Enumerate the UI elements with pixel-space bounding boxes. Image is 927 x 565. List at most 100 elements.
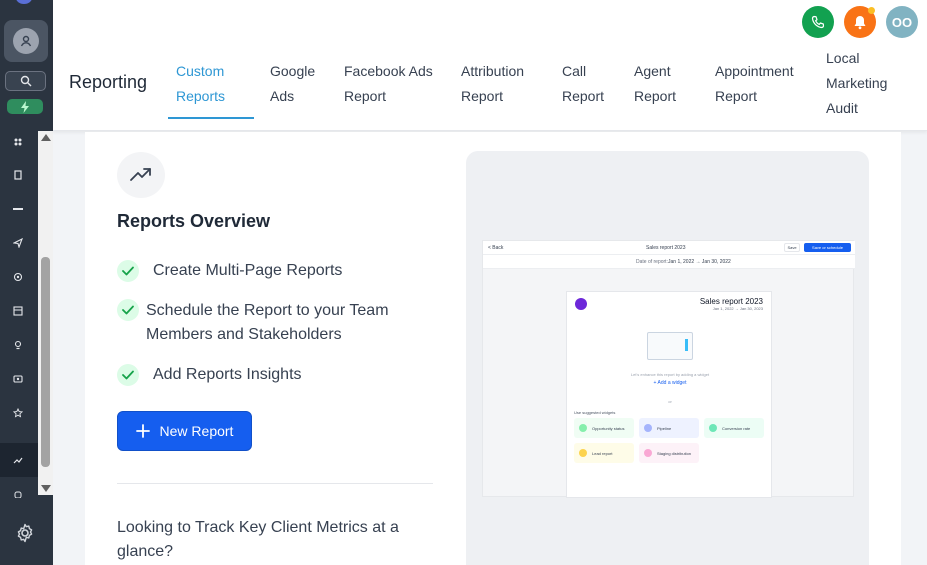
- tab-google-ads[interactable]: Google Ads: [270, 59, 315, 109]
- logo-icon: [16, 0, 32, 4]
- tab-label-line2: Report: [634, 88, 677, 104]
- mock-logo-icon: [575, 298, 587, 310]
- send-icon[interactable]: [10, 235, 26, 251]
- tab-call-report[interactable]: Call Report: [562, 59, 604, 109]
- scroll-up-arrow-icon[interactable]: [41, 134, 51, 141]
- widget-icon: [644, 424, 652, 432]
- location-icon: [13, 28, 39, 54]
- track-line2: glance?: [117, 543, 174, 560]
- widget-icon: [709, 424, 717, 432]
- tab-local-marketing-audit[interactable]: Local Marketing Audit: [826, 46, 887, 121]
- mock-widget: Lead report: [574, 443, 634, 463]
- mock-widget: Conversion rate: [704, 418, 764, 438]
- account-switcher[interactable]: [4, 20, 48, 62]
- trend-badge: [117, 152, 165, 198]
- scroll-down-arrow-icon[interactable]: [41, 485, 51, 492]
- new-report-label: New Report: [159, 423, 234, 439]
- notifications-button[interactable]: [844, 6, 876, 38]
- tab-label-line2: Marketing: [826, 75, 888, 91]
- app-sidebar: [0, 0, 53, 565]
- mock-date-range: Jan 1, 2022 → Jan 30, 2022: [668, 259, 731, 265]
- mock-date-label: Date of report:: [636, 259, 668, 265]
- user-avatar[interactable]: OO: [886, 6, 918, 38]
- widget-label: Opportunity status: [592, 425, 625, 431]
- tab-agent-report[interactable]: Agent Report: [634, 59, 676, 109]
- apps-icon[interactable]: [10, 486, 26, 502]
- memberships-icon[interactable]: [10, 337, 26, 353]
- menu-dash-icon[interactable]: [10, 201, 26, 217]
- bell-icon: [854, 16, 866, 30]
- quick-actions-button[interactable]: [7, 99, 43, 114]
- mock-toolbar: < Back Sales report 2023 Save Save or sc…: [483, 241, 855, 255]
- reporting-header: Reporting Custom Reports Google Ads Face…: [53, 0, 927, 131]
- mock-widget: Pipeline: [639, 418, 699, 438]
- mock-back-label: < Back: [488, 245, 504, 251]
- track-metrics-text: Looking to Track Key Client Metrics at a…: [117, 516, 437, 564]
- divider: [117, 483, 433, 484]
- marketing-icon[interactable]: [10, 269, 26, 285]
- check-icon: [117, 299, 139, 321]
- mock-page-title: Sales report 2023: [699, 297, 763, 306]
- mock-add-widget: + Add a widget: [653, 380, 687, 386]
- reports-overview-card: Reports Overview Create Multi-Page Repor…: [85, 132, 901, 565]
- widget-icon: [579, 424, 587, 432]
- tab-facebook-ads-report[interactable]: Facebook Ads Report: [344, 59, 433, 109]
- tab-label-line1: Facebook Ads: [344, 63, 433, 79]
- search-icon: [20, 75, 31, 87]
- mock-page-date: Jan 1, 2022 → Jan 30, 2023: [712, 306, 763, 311]
- tab-attribution-report[interactable]: Attribution Report: [461, 59, 524, 109]
- plus-icon: [135, 424, 150, 438]
- tab-label-line2: Report: [562, 88, 605, 104]
- settings-gear-icon[interactable]: [14, 522, 36, 544]
- active-tab-indicator: [168, 117, 254, 119]
- mock-save-button: Save: [784, 243, 800, 252]
- dashboard-icon[interactable]: [10, 134, 26, 150]
- mock-save-schedule-button: Save or schedule: [804, 243, 851, 252]
- mock-widget: Staging distribution: [639, 443, 699, 463]
- feature-text: Add Reports Insights: [153, 366, 302, 383]
- sidebar-scrollbar[interactable]: [38, 131, 53, 495]
- reputation-star-icon[interactable]: [10, 405, 26, 421]
- feature-item: Add Reports Insights: [117, 363, 417, 387]
- mock-widget: Opportunity status: [574, 418, 634, 438]
- widget-label: Pipeline: [657, 425, 672, 431]
- media-icon[interactable]: [10, 371, 26, 387]
- notification-badge: [868, 7, 875, 14]
- mock-empty-state-icon: [647, 332, 693, 360]
- conversations-icon[interactable]: [10, 167, 26, 183]
- widget-label: Conversion rate: [722, 425, 751, 431]
- tab-label-line1: Local: [826, 50, 860, 66]
- check-icon: [117, 260, 139, 282]
- search-button[interactable]: [5, 71, 46, 91]
- tab-label-line2: Report: [344, 88, 387, 104]
- reporting-trend-icon[interactable]: [10, 452, 26, 468]
- tab-label-line2: Report: [715, 88, 758, 104]
- tab-appointment-report[interactable]: Appointment Report: [715, 59, 794, 109]
- scroll-thumb[interactable]: [41, 257, 50, 467]
- tab-label-line2: Ads: [270, 88, 295, 104]
- new-report-button[interactable]: New Report: [117, 411, 252, 451]
- track-line1: Looking to Track Key Client Metrics at a: [117, 519, 399, 536]
- widget-icon: [579, 449, 587, 457]
- tab-label-line1: Attribution: [461, 63, 525, 79]
- phone-button[interactable]: [802, 6, 834, 38]
- tab-custom-reports[interactable]: Custom Reports: [176, 59, 225, 109]
- mock-report-name: Sales report 2023: [646, 245, 686, 251]
- trending-up-icon: [130, 168, 151, 181]
- feature-item: Schedule the Report to your Team Members…: [117, 299, 437, 347]
- tab-label-line2: Report: [461, 88, 504, 104]
- widget-icon: [644, 449, 652, 457]
- overview-title: Reports Overview: [117, 211, 271, 231]
- mock-subtoolbar: Date of report: Jan 1, 2022 → Jan 30, 20…: [483, 255, 855, 269]
- sites-icon[interactable]: [10, 303, 26, 319]
- tab-label-line3: Audit: [826, 100, 858, 116]
- mock-or: or: [668, 399, 672, 404]
- feature-text-line2: Members and Stakeholders: [146, 326, 342, 343]
- tab-label-line1: Agent: [634, 63, 671, 79]
- widget-label: Lead report: [592, 450, 613, 456]
- tab-label-line1: Appointment: [715, 63, 794, 79]
- tab-label-line2: Reports: [176, 88, 226, 104]
- mock-suggested-label: Use suggested widgets: [574, 410, 616, 415]
- bolt-icon: [21, 100, 29, 113]
- feature-text: Create Multi-Page Reports: [153, 262, 343, 279]
